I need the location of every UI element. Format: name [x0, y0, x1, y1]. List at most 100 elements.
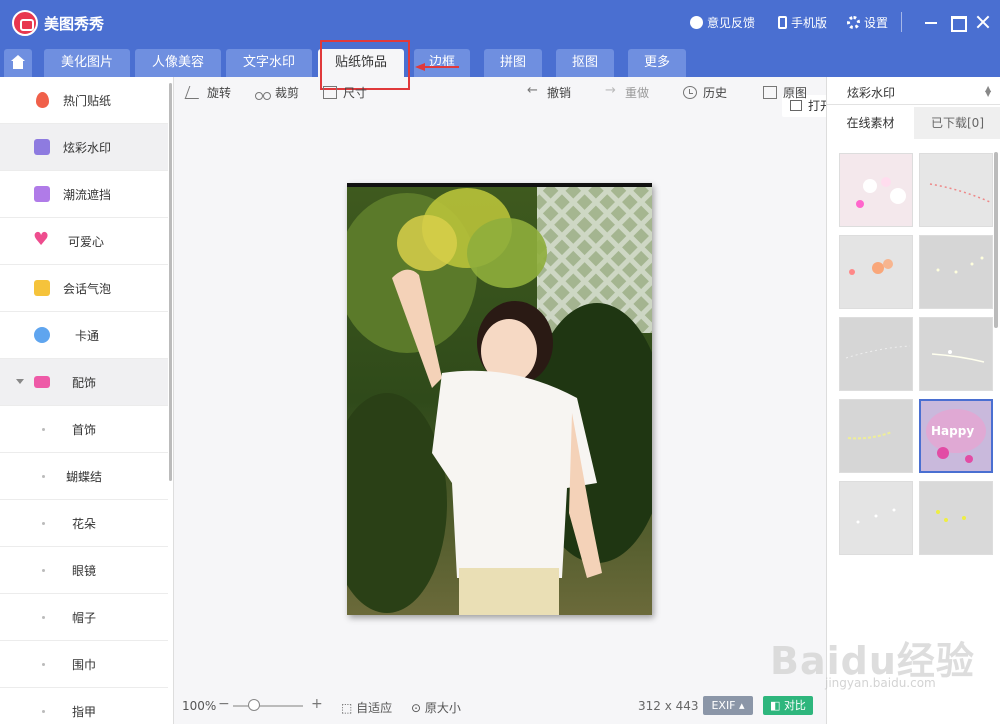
sidebar-item-cartoon[interactable]: 卡通 — [0, 312, 168, 359]
original-button[interactable]: 原图 — [763, 84, 807, 101]
sidebar-item-label: 热门贴纸 — [63, 94, 112, 108]
exif-button[interactable]: EXIF ▴ — [703, 696, 753, 715]
crop-button[interactable]: 裁剪 — [255, 84, 299, 101]
material-thumb-selected[interactable]: Happy — [919, 399, 993, 473]
sidebar-item-label: 炫彩水印 — [63, 141, 112, 155]
home-icon[interactable] — [4, 49, 32, 77]
tab-collage[interactable]: 拼图 — [484, 49, 542, 77]
bullet-dot — [42, 428, 45, 431]
sidebar-item-hearts[interactable]: ♥ 可爱心 — [0, 218, 168, 265]
material-thumb[interactable] — [839, 153, 913, 227]
sidebar-item-speech-bubble[interactable]: 会话气泡 — [0, 265, 168, 312]
material-thumb[interactable] — [839, 481, 913, 555]
sidebar-subitem-nails[interactable]: 指甲 — [0, 688, 168, 724]
zoom-in-button[interactable]: + — [311, 696, 323, 712]
category-select-value: 炫彩水印 — [847, 86, 896, 100]
sidebar-item-hot-stickers[interactable]: 热门贴纸 — [0, 77, 168, 124]
mobile-label: 手机版 — [791, 16, 828, 30]
feedback-label: 意见反馈 — [707, 16, 756, 30]
rotate-button[interactable]: 旋转 — [184, 84, 232, 101]
material-thumb[interactable] — [839, 399, 913, 473]
zoom-slider-handle[interactable] — [248, 699, 260, 711]
sidebar-subitem-label: 首饰 — [72, 423, 97, 437]
flame-icon — [36, 92, 49, 108]
resize-button[interactable]: 尺寸 — [323, 84, 367, 101]
shine-thumbnail — [931, 350, 985, 363]
material-thumb[interactable] — [919, 153, 993, 227]
history-label: 历史 — [703, 86, 728, 100]
close-button[interactable] — [973, 12, 993, 32]
sidebar-subitem-flowers[interactable]: 花朵 — [0, 500, 168, 547]
sidebar-subitem-scarves[interactable]: 围巾 — [0, 641, 168, 688]
edit-toolbar: 旋转 裁剪 尺寸 撤销 重做 历史 原图 — [175, 77, 825, 107]
tab-beautify[interactable]: 美化图片 — [44, 49, 130, 77]
tab-more[interactable]: 更多 — [628, 49, 686, 77]
bullet-dot — [42, 710, 45, 713]
photo-canvas[interactable] — [347, 183, 652, 615]
tab-bar: 美化图片 人像美容 文字水印 贴纸饰品 边框 拼图 抠图 更多 打开 新建 保存 — [0, 46, 1000, 117]
material-thumb[interactable] — [839, 235, 913, 309]
history-button[interactable]: 历史 — [683, 84, 727, 101]
original-image-icon — [763, 86, 777, 99]
mobile-version-button[interactable]: 手机版 — [778, 14, 827, 31]
tab-downloaded[interactable]: 已下载[0] — [914, 107, 1000, 139]
sidebar-item-accessories[interactable]: 配饰 — [0, 359, 168, 406]
updown-arrow-icon: ▲ ▼ — [985, 84, 992, 98]
bullet-dot — [42, 569, 45, 572]
gear-icon — [847, 16, 860, 29]
sidebar-item-trend-mask[interactable]: 潮流遮挡 — [0, 171, 168, 218]
bullet-dot — [42, 663, 45, 666]
redo-button[interactable]: 重做 — [605, 83, 650, 101]
pink-bokeh-thumbnail — [856, 177, 906, 208]
watermark-url: jingyan.baidu.com — [825, 676, 936, 690]
photo-image — [347, 183, 652, 615]
zoom-out-button[interactable]: − — [218, 696, 230, 712]
material-thumb[interactable] — [919, 317, 993, 391]
material-thumb[interactable] — [839, 317, 913, 391]
settings-button[interactable]: 设置 — [847, 14, 888, 31]
phone-icon — [778, 16, 787, 29]
tab-online-materials[interactable]: 在线素材 — [827, 107, 914, 139]
fit-to-window-button[interactable]: ⬚ 自适应 — [341, 699, 392, 716]
material-thumb[interactable] — [919, 481, 993, 555]
category-select[interactable]: 炫彩水印 ▲ ▼ — [827, 77, 1000, 105]
scissors-icon — [255, 86, 271, 100]
actual-size-button[interactable]: ⊙ 原大小 — [411, 699, 461, 716]
feedback-button[interactable]: 意见反馈 — [690, 11, 756, 31]
rotate-label: 旋转 — [207, 86, 232, 100]
app-title: 美图秀秀 — [44, 15, 105, 33]
sidebar: 热门贴纸 炫彩水印 潮流遮挡 ♥ 可爱心 会话气泡 卡通 配饰 首饰 蝴蝶结 花… — [0, 77, 174, 724]
tab-portrait[interactable]: 人像美容 — [135, 49, 221, 77]
zoom-level: 100% — [182, 699, 217, 713]
zoom-slider-track[interactable] — [233, 705, 303, 707]
sidebar-subitem-glasses[interactable]: 眼镜 — [0, 547, 168, 594]
undo-button[interactable]: 撤销 — [527, 83, 571, 101]
material-thumb[interactable] — [919, 235, 993, 309]
titlebar-divider — [901, 12, 902, 32]
sidebar-subitem-label: 眼镜 — [72, 564, 97, 578]
undo-icon — [527, 83, 541, 99]
sidebar-scrollbar[interactable] — [169, 83, 172, 481]
minimize-button[interactable] — [921, 12, 941, 32]
resize-icon — [323, 86, 337, 99]
sidebar-subitem-hats[interactable]: 帽子 — [0, 594, 168, 641]
panel-scrollbar[interactable] — [994, 152, 998, 328]
sidebar-subitem-label: 围巾 — [72, 658, 97, 672]
sidebar-item-rainbow-watermark[interactable]: 炫彩水印 — [0, 124, 168, 171]
compare-icon: ◧ — [770, 699, 784, 712]
original-label: 原图 — [783, 86, 808, 100]
crop-label: 裁剪 — [275, 86, 300, 100]
tab-cutout[interactable]: 抠图 — [556, 49, 614, 77]
sidebar-subitem-bowknot[interactable]: 蝴蝶结 — [0, 453, 168, 500]
compare-button[interactable]: ◧ 对比 — [763, 696, 813, 715]
redo-label: 重做 — [625, 86, 650, 100]
maximize-button[interactable] — [947, 12, 967, 32]
sidebar-item-label: 配饰 — [72, 376, 97, 390]
sidebar-subitem-label: 花朵 — [72, 517, 97, 531]
material-panel: 炫彩水印 ▲ ▼ 在线素材 已下载[0] Happy — [826, 77, 1000, 724]
sidebar-subitem-label: 蝴蝶结 — [66, 470, 103, 484]
sidebar-subitem-jewelry[interactable]: 首饰 — [0, 406, 168, 453]
sidebar-item-label: 会话气泡 — [63, 282, 112, 296]
bullet-dot — [42, 522, 45, 525]
tab-text-watermark[interactable]: 文字水印 — [226, 49, 312, 77]
